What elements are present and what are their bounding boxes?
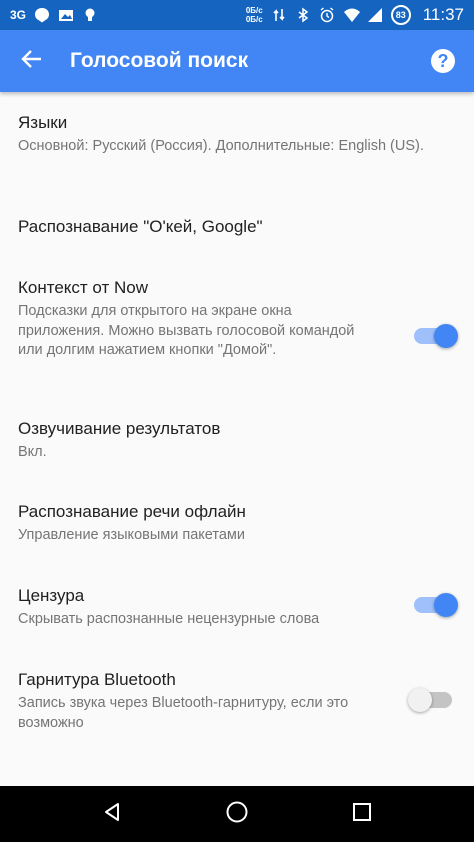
status-bar: 3G 0Б/с 0Б/с 83 11:37 — [0, 0, 474, 30]
navigation-bar — [0, 786, 474, 842]
network-speed: 0Б/с 0Б/с — [245, 6, 263, 24]
now-context-toggle[interactable] — [414, 324, 458, 348]
clock: 11:37 — [422, 5, 464, 24]
back-button[interactable] — [0, 30, 64, 92]
chat-notification-icon — [34, 7, 50, 23]
bluetooth-icon — [295, 7, 311, 23]
help-icon: ? — [431, 49, 455, 73]
battery-level: 83 — [390, 5, 411, 25]
setting-subtitle: Скрывать распознанные нецензурные слова — [18, 611, 320, 627]
setting-offline[interactable]: Распознавание речи офлайн Управление язы… — [0, 501, 474, 546]
triangle-back-icon — [101, 801, 123, 828]
setting-subtitle: Основной: Русский (Россия). Дополнительн… — [18, 138, 424, 154]
page-title: Голосовой поиск — [70, 49, 249, 72]
bluetooth-toggle[interactable] — [408, 688, 452, 712]
setting-subtitle: Запись звука через Bluetooth-гарнитуру, … — [18, 695, 349, 731]
data-transfer-icon — [271, 7, 287, 23]
setting-censorship[interactable]: Цензура Скрывать распознанные нецензурны… — [0, 585, 474, 630]
nav-recents-button[interactable] — [337, 789, 387, 839]
lightbulb-icon — [82, 7, 98, 23]
setting-title: Языки — [18, 113, 68, 132]
censorship-toggle[interactable] — [414, 593, 458, 617]
settings-list: Языки Основной: Русский (Россия). Дополн… — [0, 92, 474, 786]
square-recents-icon — [352, 802, 372, 827]
setting-title: Контекст от Now — [18, 278, 149, 297]
setting-subtitle: Подсказки для открытого на экране окна п… — [18, 303, 355, 358]
setting-now-context[interactable]: Контекст от Now Подсказки для открытого … — [0, 277, 474, 361]
toggle-knob — [434, 324, 458, 348]
setting-subtitle: Управление языковыми пакетами — [18, 527, 245, 543]
setting-subtitle: Вкл. — [18, 444, 47, 460]
setting-title: Гарнитура Bluetooth — [18, 670, 176, 689]
signal-icon — [367, 7, 383, 23]
alarm-icon — [319, 7, 335, 23]
arrow-back-icon — [21, 48, 43, 75]
app-bar: Голосовой поиск ? — [0, 30, 474, 92]
setting-ok-google[interactable]: Распознавание "О'кей, Google" — [0, 216, 474, 238]
setting-languages[interactable]: Языки Основной: Русский (Россия). Дополн… — [0, 112, 474, 157]
nav-home-button[interactable] — [212, 789, 262, 839]
wifi-icon — [343, 7, 360, 23]
setting-bluetooth[interactable]: Гарнитура Bluetooth Запись звука через B… — [0, 669, 474, 733]
setting-title: Цензура — [18, 586, 85, 605]
circle-home-icon — [225, 800, 249, 829]
setting-speech-output[interactable]: Озвучивание результатов Вкл. — [0, 418, 474, 463]
nav-back-button[interactable] — [87, 789, 137, 839]
setting-title: Распознавание "О'кей, Google" — [18, 217, 263, 236]
setting-title: Озвучивание результатов — [18, 419, 221, 438]
setting-title: Распознавание речи офлайн — [18, 502, 246, 521]
toggle-knob — [434, 593, 458, 617]
photo-notification-icon — [58, 7, 74, 23]
toggle-knob — [408, 688, 432, 712]
help-button[interactable]: ? — [412, 30, 474, 92]
network-type: 3G — [10, 8, 27, 22]
